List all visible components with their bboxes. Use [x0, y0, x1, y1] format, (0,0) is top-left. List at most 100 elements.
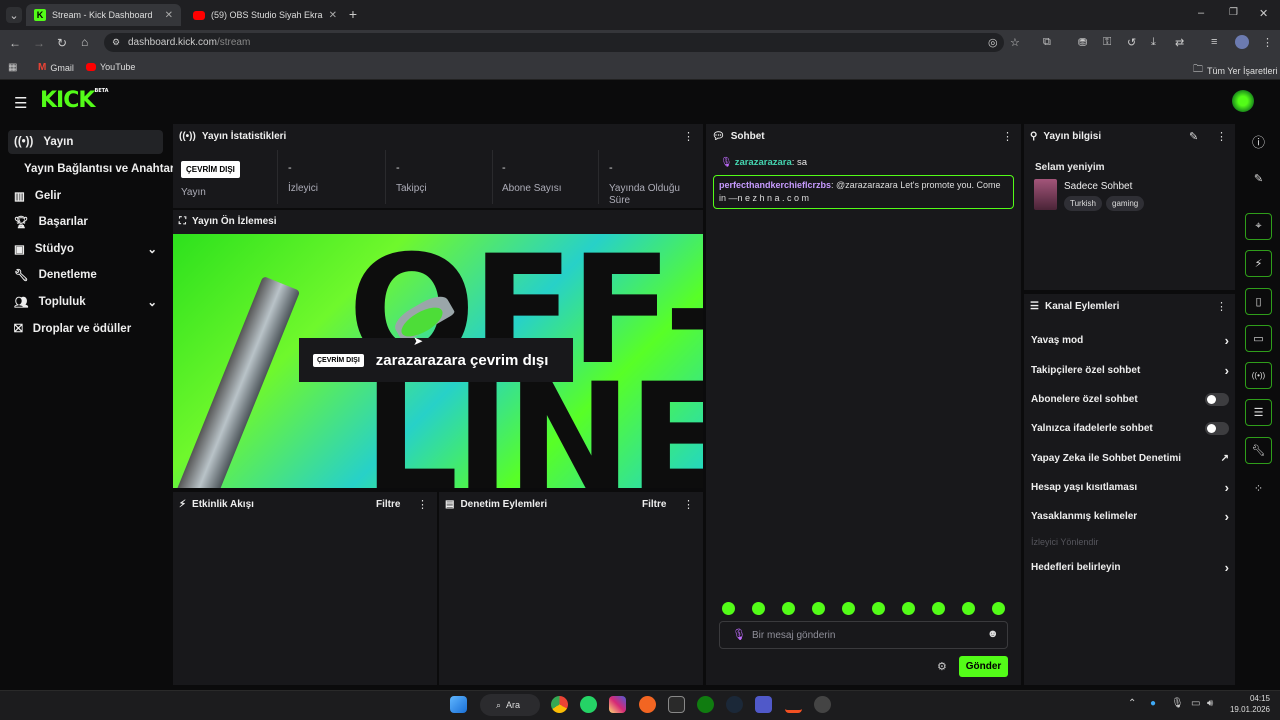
chat-username[interactable]: zarazarazara: [735, 157, 792, 168]
extensions-icon[interactable]: ⧉: [1043, 36, 1051, 49]
add-widget-icon[interactable]: ⁘: [1245, 475, 1272, 502]
epic-games-icon[interactable]: [668, 696, 685, 713]
edit-pencil-icon[interactable]: ✎: [1189, 130, 1198, 143]
microphone-icon[interactable]: 🎙︎: [1171, 698, 1184, 709]
page-icon[interactable]: ▯: [1245, 288, 1272, 315]
emote-icon[interactable]: [812, 602, 825, 615]
steam-icon[interactable]: [726, 696, 743, 713]
extension-icon[interactable]: ⛃: [1078, 36, 1087, 49]
app-icon[interactable]: [639, 696, 656, 713]
tab-list-icon[interactable]: ⌄: [6, 7, 22, 23]
panel-menu-icon[interactable]: ⋮: [683, 498, 694, 511]
subscribers-only-toggle[interactable]: [1205, 392, 1229, 406]
focus-icon[interactable]: ⌖: [1245, 213, 1272, 240]
tag-chip[interactable]: Turkish: [1064, 196, 1102, 211]
action-set-goals[interactable]: Hedefleri belirleyin ›: [1031, 557, 1229, 577]
profile-avatar[interactable]: [1235, 35, 1249, 49]
obs-icon[interactable]: [814, 696, 831, 713]
hamburger-menu-icon[interactable]: ☰: [14, 94, 27, 112]
chat-settings-gear-icon[interactable]: ⚙: [937, 660, 947, 673]
panel-menu-icon[interactable]: ⋮: [1002, 130, 1013, 143]
apps-grid-icon[interactable]: ▦: [8, 62, 17, 73]
action-slow-mode[interactable]: Yavaş mod ›: [1031, 330, 1229, 350]
tag-chip[interactable]: gaming: [1106, 196, 1145, 211]
close-tab-icon[interactable]: ✕: [165, 10, 173, 21]
clock[interactable]: 04:15 19.01.2026: [1226, 693, 1270, 715]
action-ai-moderation[interactable]: Yapay Zeka ile Sohbet Denetimi ↗: [1031, 448, 1229, 468]
emote-icon[interactable]: [932, 602, 945, 615]
sidebar-item-topluluk[interactable]: 👥︎ Topluluk ⌄: [8, 290, 163, 314]
close-window-icon[interactable]: ✕: [1259, 7, 1268, 20]
emote-icon[interactable]: [872, 602, 885, 615]
info-icon[interactable]: ⓘ: [1245, 128, 1272, 155]
translate-icon[interactable]: ⇄: [1175, 36, 1184, 49]
taskbar-search[interactable]: ⌕ Ara: [480, 694, 540, 716]
stream-preview[interactable]: OFF- LINE ÇEVRİM DIŞI zarazarazara çevri…: [173, 234, 703, 488]
category-thumbnail[interactable]: [1034, 179, 1057, 210]
bookmark-star-icon[interactable]: ☆: [1010, 36, 1020, 49]
emoji-icon[interactable]: ☻: [987, 628, 999, 640]
emote-icon[interactable]: [752, 602, 765, 615]
edit-icon[interactable]: ✎: [1245, 165, 1272, 192]
sidebar-item-denetleme[interactable]: 🔧︎ Denetleme: [8, 263, 163, 287]
teams-icon[interactable]: [755, 696, 772, 713]
tab-youtube-obs[interactable]: (59) OBS Studio Siyah Ekran So ✕: [185, 4, 345, 26]
chrome-taskbar-icon[interactable]: [551, 696, 568, 713]
emote-icon[interactable]: [962, 602, 975, 615]
site-info-icon[interactable]: ⚙: [112, 37, 120, 48]
chat-icon[interactable]: ▭: [1245, 325, 1272, 352]
emote-icon[interactable]: [902, 602, 915, 615]
panel-menu-icon[interactable]: ⋮: [1216, 130, 1227, 143]
filter-button[interactable]: Filtre: [376, 499, 400, 510]
sidebar-item-stream-key[interactable]: Yayın Bağlantısı ve Anahtarı: [8, 157, 178, 181]
panel-menu-icon[interactable]: ⋮: [417, 498, 428, 511]
chat-username[interactable]: perfecthandkerchieflcrzbs: [719, 180, 831, 190]
display-icon[interactable]: ▭: [1191, 698, 1200, 709]
home-icon[interactable]: ⌂: [81, 35, 88, 49]
sidebar-item-basarilar[interactable]: 🏆︎ Başarılar: [8, 210, 163, 234]
instagram-icon[interactable]: [609, 696, 626, 713]
action-banned-words[interactable]: Yasaklanmış kelimeler ›: [1031, 506, 1229, 526]
tab-kick-dashboard[interactable]: K Stream - Kick Dashboard ✕: [26, 4, 181, 26]
history-icon[interactable]: ↺: [1127, 36, 1136, 49]
media-icon[interactable]: ≡: [1211, 36, 1217, 48]
emote-icon[interactable]: [842, 602, 855, 615]
sidebar-item-gelir[interactable]: ▥ Gelir: [8, 184, 163, 208]
emotes-only-toggle[interactable]: [1205, 421, 1229, 435]
lightning-icon[interactable]: ⚡︎: [1245, 250, 1272, 277]
sidebar-item-studyo[interactable]: ▣ Stüdyo ⌄: [8, 237, 163, 261]
hide-icon[interactable]: ◎: [988, 36, 998, 49]
emote-icon[interactable]: [992, 602, 1005, 615]
password-key-icon[interactable]: ⚿: [1103, 36, 1111, 49]
menu-kebab-icon[interactable]: ⋮: [1262, 36, 1273, 49]
whatsapp-icon[interactable]: [580, 696, 597, 713]
minimize-icon[interactable]: –: [1198, 7, 1204, 19]
sidebar-item-yayin[interactable]: ((•)) Yayın: [8, 130, 163, 154]
panel-menu-icon[interactable]: ⋮: [1216, 300, 1227, 313]
emote-icon[interactable]: [782, 602, 795, 615]
new-tab-icon[interactable]: +: [346, 6, 360, 22]
wrench-icon[interactable]: 🔧︎: [1245, 437, 1272, 464]
sidebar-item-droplar[interactable]: ⛝ Droplar ve ödüller: [8, 317, 163, 341]
all-bookmarks[interactable]: 🗀 Tüm Yer İşaretleri: [1193, 62, 1278, 79]
volume-icon[interactable]: 🔊︎: [1207, 698, 1213, 709]
category-name[interactable]: Sadece Sohbet: [1064, 181, 1132, 192]
url-input[interactable]: ⚙ dashboard.kick.com/stream ◎ ☆: [104, 33, 1020, 52]
send-button[interactable]: Gönder: [959, 656, 1008, 677]
windows-start-icon[interactable]: [450, 696, 467, 713]
broadcast-icon[interactable]: ((•)): [1245, 362, 1272, 389]
restore-icon[interactable]: ❐: [1229, 7, 1238, 18]
kick-logo[interactable]: KICKBETA: [40, 88, 109, 113]
chat-message-input[interactable]: 🎙︎ Bir mesaj gönderin ☻: [719, 621, 1008, 649]
action-account-age[interactable]: Hesap yaşı kısıtlaması ›: [1031, 477, 1229, 497]
emote-icon[interactable]: [722, 602, 735, 615]
reload-icon[interactable]: ↻: [57, 36, 67, 50]
user-avatar[interactable]: [1232, 90, 1254, 112]
action-followers-only[interactable]: Takipçilere özel sohbet ›: [1031, 360, 1229, 380]
close-tab-icon[interactable]: ✕: [329, 10, 337, 21]
bookmark-gmail[interactable]: M Gmail: [38, 62, 74, 73]
download-icon[interactable]: ⤓: [1151, 36, 1156, 49]
panel-menu-icon[interactable]: ⋮: [683, 130, 694, 143]
forward-icon[interactable]: →: [33, 36, 45, 50]
filter-button[interactable]: Filtre: [642, 499, 666, 510]
